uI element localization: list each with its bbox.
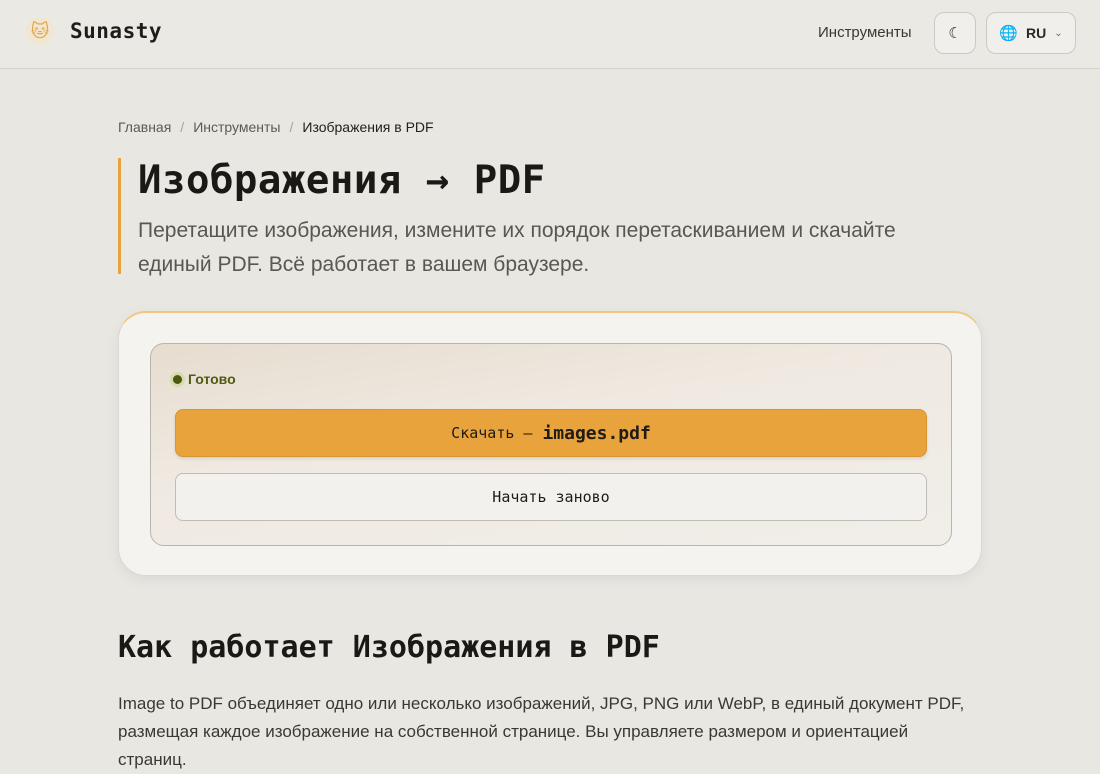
hero: Изображения → PDF Перетащите изображения… xyxy=(118,158,941,276)
page-description: Перетащите изображения, измените их поря… xyxy=(138,219,896,276)
language-select[interactable]: 🌐 RU ⌄ xyxy=(986,12,1076,54)
globe-icon: 🌐 xyxy=(999,25,1019,42)
about-text: Image to PDF объединяет одно или несколь… xyxy=(118,694,965,769)
download-filename: images.pdf xyxy=(542,422,651,444)
download-label: Скачать — xyxy=(451,424,533,442)
page-title: Изображения → PDF xyxy=(138,158,546,203)
breadcrumb: Главная / Инструменты / Изображения в PD… xyxy=(118,119,434,135)
breadcrumb-home[interactable]: Главная xyxy=(118,119,171,135)
nav-tools-link[interactable]: Инструменты xyxy=(818,24,912,41)
breadcrumb-tools[interactable]: Инструменты xyxy=(193,119,280,135)
download-button[interactable]: Скачать — images.pdf xyxy=(175,409,927,457)
status-label: Готово xyxy=(188,371,236,387)
breadcrumb-separator: / xyxy=(180,119,185,135)
status-dot-icon xyxy=(173,374,182,384)
breadcrumb-separator: / xyxy=(289,119,294,135)
result-panel: Готово Скачать — images.pdf Начать занов… xyxy=(150,343,952,546)
about-title: Как работает Изображения в PDF xyxy=(118,630,660,665)
cat-logo-icon: 🐱 xyxy=(26,17,54,45)
breadcrumb-current: Изображения в PDF xyxy=(302,119,434,135)
top-bar: 🐱 Sunasty Инструменты ☾ 🌐 RU ⌄ xyxy=(0,0,1100,69)
status-indicator: Готово xyxy=(173,371,236,387)
chevron-down-icon: ⌄ xyxy=(1054,27,1063,39)
brand-name: Sunasty xyxy=(70,19,163,43)
theme-toggle-button[interactable]: ☾ xyxy=(934,12,976,54)
tool-card: Готово Скачать — images.pdf Начать занов… xyxy=(118,311,982,576)
brand[interactable]: 🐱 Sunasty xyxy=(26,17,162,45)
language-label: RU xyxy=(1026,25,1047,41)
moon-icon: ☾ xyxy=(948,25,962,42)
restart-button[interactable]: Начать заново xyxy=(175,473,927,521)
